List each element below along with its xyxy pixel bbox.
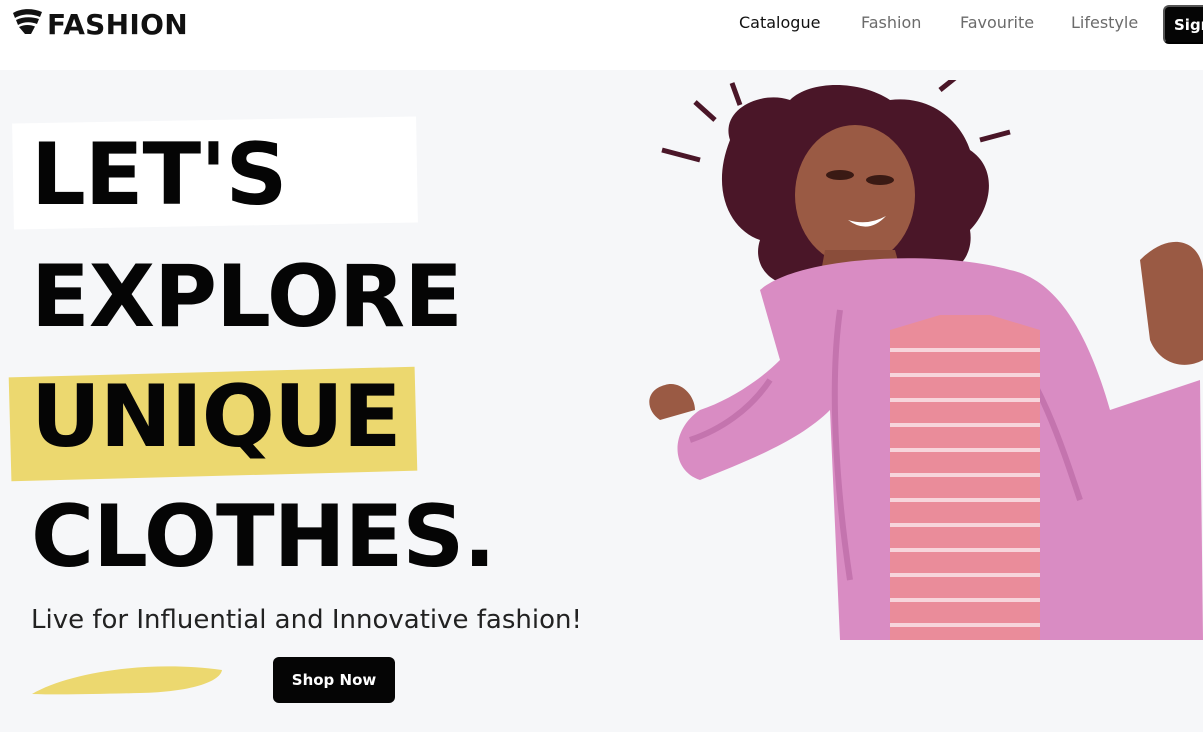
nav-link-fashion[interactable]: Fashion [861, 13, 921, 32]
shop-now-button[interactable]: Shop Now [273, 657, 395, 703]
headline-line-2: EXPLORE [31, 247, 463, 347]
hero-tagline: Live for Influential and Innovative fash… [31, 605, 582, 635]
nav-link-lifestyle[interactable]: Lifestyle [1071, 13, 1138, 32]
nav-link-catalogue[interactable]: Catalogue [739, 13, 820, 32]
headline-line-4: CLOTHES. [31, 487, 496, 587]
nav-link-favourite[interactable]: Favourite [960, 13, 1034, 32]
yellow-brush-swoosh [32, 666, 222, 695]
headline-line-1: LET'S [31, 125, 287, 225]
signup-button[interactable]: Sign Up [1163, 5, 1203, 44]
navbar: FASHION Catalogue Fashion Favourite Life… [0, 0, 1203, 70]
hero-model-image [649, 80, 1203, 640]
hero-section: LET'S EXPLORE UNIQUE CLOTHES. Live for I… [0, 70, 1203, 732]
headline-line-3: UNIQUE [31, 367, 401, 467]
main-nav: Catalogue Fashion Favourite Lifestyle [0, 13, 1203, 35]
